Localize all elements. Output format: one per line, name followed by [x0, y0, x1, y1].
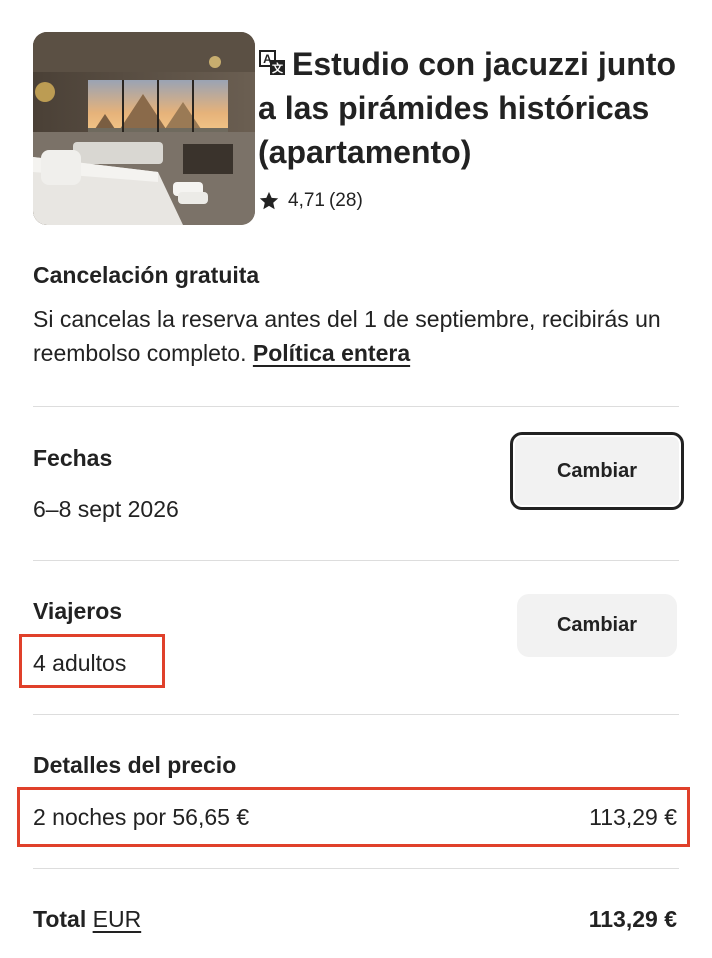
star-icon [258, 190, 280, 212]
divider [33, 406, 679, 407]
currency-link[interactable]: EUR [93, 906, 142, 932]
price-details-heading: Detalles del precio [33, 752, 237, 778]
divider [33, 868, 679, 869]
listing-photo[interactable] [33, 32, 255, 225]
listing-card: A 文 Estudio con jacuzzi junto a las pirá… [33, 32, 683, 226]
total-amount: 113,29 € [588, 906, 677, 932]
full-policy-link[interactable]: Política entera [253, 340, 410, 366]
cancellation-heading: Cancelación gratuita [33, 262, 260, 288]
room-photo-icon [33, 32, 255, 225]
cancellation-section: Cancelación gratuita Si cancelas la rese… [33, 262, 673, 370]
total-row: Total EUR 113,29 € [33, 906, 677, 933]
review-count: (28) [328, 190, 363, 211]
cancellation-text: Si cancelas la reserva antes del 1 de se… [33, 302, 673, 370]
total-label: Total [33, 906, 87, 932]
travelers-heading: Viajeros [33, 598, 123, 624]
divider [33, 714, 679, 715]
dates-value: 6–8 sept 2026 [33, 496, 179, 522]
listing-title[interactable]: A 文 Estudio con jacuzzi junto a las pirá… [258, 42, 683, 174]
change-travelers-button[interactable]: Cambiar [517, 594, 677, 657]
listing-title-text: Estudio con jacuzzi junto a las pirámide… [258, 46, 676, 170]
translate-icon: A 文 [258, 44, 288, 75]
rating-value: 4,71 [288, 190, 325, 211]
rating: 4,71 (28) [258, 190, 363, 212]
total-label-group: Total EUR [33, 906, 141, 933]
travelers-highlight-box [19, 634, 165, 688]
listing-title-block: A 文 Estudio con jacuzzi junto a las pirá… [258, 42, 683, 174]
svg-text:文: 文 [272, 61, 284, 75]
divider [33, 560, 679, 561]
dates-heading: Fechas [33, 445, 113, 471]
change-dates-button[interactable]: Cambiar [510, 432, 684, 510]
price-highlight-box [17, 787, 690, 847]
